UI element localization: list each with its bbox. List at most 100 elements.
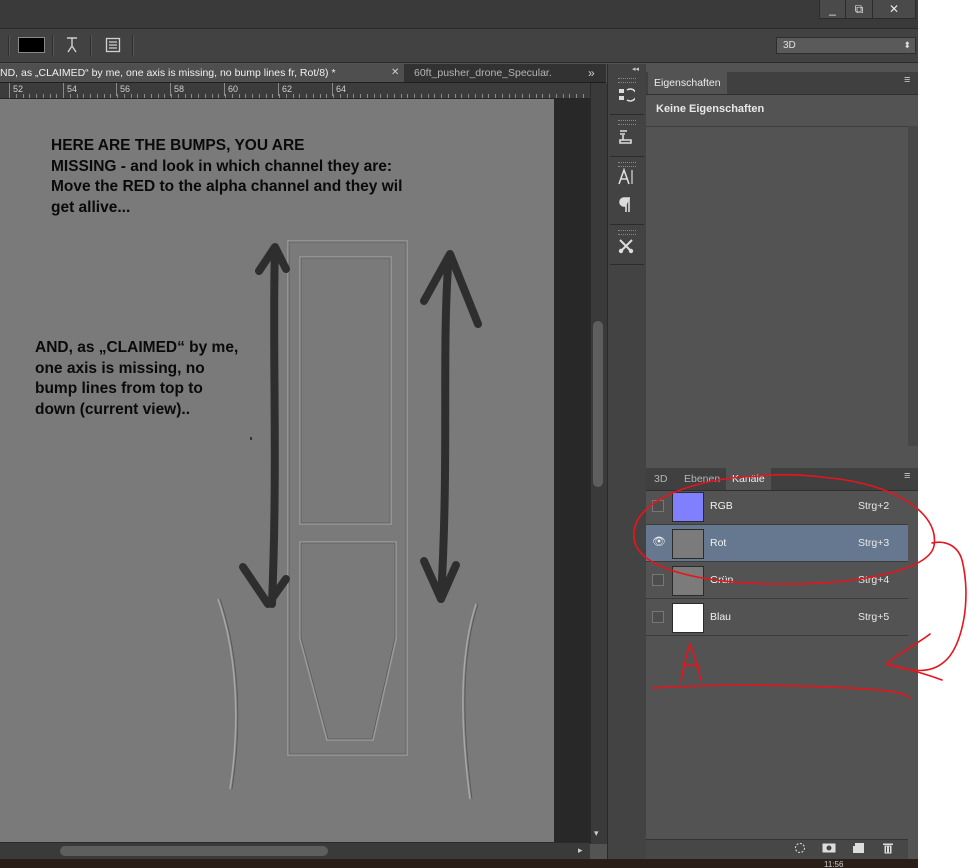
save-selection-icon[interactable] [822,842,836,857]
channel-row-gruen[interactable]: Grün Strg+4 [646,562,908,599]
channel-thumbnail [672,529,704,559]
canvas-area[interactable]: HERE ARE THE BUMPS, YOU ARE MISSING - an… [0,99,590,842]
vertical-scroll-thumb[interactable] [593,321,603,487]
brush-preset-icon[interactable] [62,36,82,57]
ruler-tick [103,94,105,98]
annotation-line: AND, as „CLAIMED“ by me, [35,339,239,356]
history-icon[interactable] [613,86,639,110]
channel-thumbnail [672,492,704,522]
scroll-right-icon[interactable]: ▸ [578,845,583,856]
close-tab-icon[interactable]: ✕ [391,67,399,78]
character-icon[interactable] [613,167,639,192]
visibility-toggle[interactable] [652,611,664,623]
channel-row-rot[interactable]: 👁 Rot Strg+3 [646,525,908,562]
ruler-tick [218,94,220,98]
panel-grip[interactable] [618,78,636,83]
panel-grip[interactable] [618,120,636,125]
ruler-tick [29,94,31,98]
ruler-tick [326,94,328,98]
workspace-preset-select[interactable]: 3D ⬍ [776,37,916,54]
channel-name: Grün [710,574,734,586]
ruler-tick [319,94,321,98]
divider [610,224,644,225]
annotation-line: bump lines from top to [35,380,203,397]
ruler-tick [420,94,422,98]
vertical-scrollbar[interactable]: ▾ [590,83,607,844]
ruler-tick [279,94,280,98]
separator [8,35,10,56]
ruler-tick [292,94,294,98]
channel-shortcut: Strg+5 [858,611,890,623]
ruler-tick [252,94,253,98]
ruler-tick [258,94,260,98]
ruler-tick [42,94,44,98]
ruler-tick [157,94,159,98]
ruler-tick [15,94,17,98]
ruler-tick [414,94,415,98]
panel-grip[interactable] [618,230,636,235]
divider [610,114,644,115]
channel-row-rgb[interactable]: RGB Strg+2 [646,488,908,525]
document-tab-specular[interactable]: 60ft_pusher_drone_Specular. [408,64,570,82]
panel-menu-icon[interactable]: ≡ [904,470,910,482]
properties-body [646,126,918,466]
properties-scrollbar[interactable] [908,126,918,446]
ruler-tick [454,94,456,98]
ruler-tick [576,94,577,98]
visibility-toggle[interactable] [652,500,664,512]
ruler-tick [522,94,523,98]
tab-ebenen[interactable]: Ebenen [678,468,726,490]
ruler-tick [69,94,71,98]
ruler-tick [117,94,118,98]
document-canvas[interactable]: HERE ARE THE BUMPS, YOU ARE MISSING - an… [0,99,554,842]
ruler-tick [96,94,98,98]
ruler-tick [191,94,193,98]
visibility-toggle[interactable] [652,574,664,586]
tab-eigenschaften[interactable]: Eigenschaften [648,72,727,94]
document-tab-bar: ND, as „CLAIMED“ by me, one axis is miss… [0,64,606,83]
eye-icon[interactable]: 👁 [652,537,666,549]
channels-bottom-toolbar [646,839,908,860]
ruler-tick [474,94,476,98]
chevron-updown-icon: ⬍ [903,40,911,50]
ruler-tick [56,94,58,98]
ruler-tick [204,94,206,98]
ruler-tick [137,94,139,98]
document-tab-active[interactable]: ND, as „CLAIMED“ by me, one axis is miss… [0,64,404,82]
workspace-preset-value: 3D [783,40,796,51]
tab-kanaele[interactable]: Kanäle [726,468,771,490]
channel-shortcut: Strg+4 [858,574,890,586]
channel-row-blau[interactable]: Blau Strg+5 [646,599,908,636]
annotation-line: down (current view).. [35,400,191,418]
horizontal-scrollbar[interactable]: ▸ [0,842,590,860]
horizontal-scroll-thumb[interactable] [60,846,328,856]
annotation-line: one axis is missing, no [35,359,205,377]
minimize-button[interactable]: _ [819,0,846,19]
foreground-color-swatch[interactable] [18,37,45,53]
tabs-overflow-icon[interactable]: » [588,66,595,80]
delete-channel-icon[interactable] [882,842,894,857]
close-button[interactable]: ✕ [872,0,916,19]
paragraph-icon[interactable] [613,196,639,220]
collapse-icon[interactable]: ◂◂ [632,65,639,73]
ruler-tick [306,94,307,98]
properties-tab-bar: Eigenschaften ≡ [646,72,918,95]
scroll-down-icon[interactable]: ▾ [594,828,599,839]
panel-grip[interactable] [618,162,636,167]
ruler-tick [265,94,267,98]
ruler-tick [211,94,213,98]
separator [132,35,134,56]
load-selection-icon[interactable] [794,842,806,857]
tab-3d[interactable]: 3D [648,468,673,490]
clone-source-icon[interactable] [613,128,639,152]
ruler-tick [400,94,402,98]
ruler-tick [468,94,469,98]
taskbar-strip: 11:56 [0,859,918,868]
panel-toggle-icon[interactable] [104,37,122,56]
panel-menu-icon[interactable]: ≡ [904,74,910,86]
ruler-tick [299,94,301,98]
new-channel-icon[interactable] [853,842,865,857]
annotation-line: MISSING - and look in which channel they… [51,157,393,175]
restore-button[interactable]: ⧉ [845,0,873,19]
tool-presets-icon[interactable] [613,237,639,261]
